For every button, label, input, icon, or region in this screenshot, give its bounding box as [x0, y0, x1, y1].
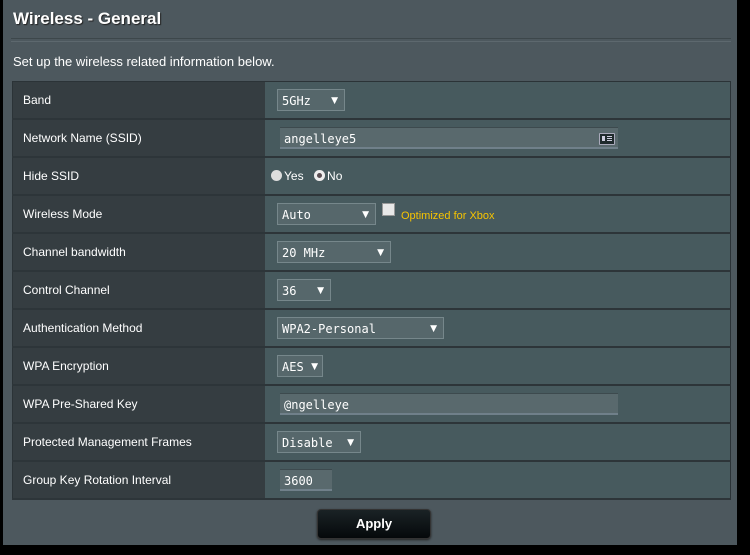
row-gk-interval: Group Key Rotation Interval 3600 [12, 461, 731, 500]
chevron-down-icon: ▼ [362, 210, 369, 221]
band-select[interactable]: 5GHz ▼ [277, 89, 345, 111]
title-divider [11, 38, 731, 42]
apply-button[interactable]: Apply [317, 509, 431, 539]
wpa-encryption-label: WPA Encryption [12, 347, 265, 386]
channel-bandwidth-label: Channel bandwidth [12, 233, 265, 272]
row-psk: WPA Pre-Shared Key @ngelleye [12, 385, 731, 424]
ssid-value: angelleye5 [284, 132, 357, 146]
channel-bandwidth-select[interactable]: 20 MHz ▼ [277, 241, 391, 263]
hide-ssid-no-label: No [327, 169, 343, 183]
band-value: 5GHz [282, 94, 311, 108]
row-channel-bandwidth: Channel bandwidth 20 MHz ▼ [12, 233, 731, 272]
row-wireless-mode: Wireless Mode Auto ▼ Optimized for Xbox [12, 195, 731, 234]
control-channel-value: 36 [282, 284, 297, 298]
pmf-value: Disable [282, 436, 333, 450]
psk-input[interactable]: @ngelleye [280, 393, 618, 415]
psk-label: WPA Pre-Shared Key [12, 385, 265, 424]
chevron-down-icon: ▼ [311, 362, 318, 372]
xbox-checkbox-label: Optimized for Xbox [401, 209, 495, 222]
chevron-down-icon: ▼ [347, 438, 354, 448]
row-wpa-encryption: WPA Encryption AES ▼ [12, 347, 731, 386]
wireless-mode-value: Auto [282, 208, 311, 223]
control-channel-select[interactable]: 36 ▼ [277, 279, 331, 301]
chevron-down-icon: ▼ [317, 286, 324, 296]
chevron-down-icon: ▼ [331, 96, 338, 106]
hide-ssid-yes-radio[interactable] [271, 170, 282, 181]
auth-method-select[interactable]: WPA2-Personal ▼ [277, 317, 444, 339]
hide-ssid-yes-label: Yes [284, 169, 304, 183]
auth-method-value: WPA2-Personal [282, 322, 376, 336]
wireless-mode-select[interactable]: Auto ▼ [277, 203, 376, 226]
auth-method-label: Authentication Method [12, 309, 265, 348]
ssid-input[interactable]: angelleye5 [280, 127, 618, 149]
row-ssid: Network Name (SSID) angelleye5 [12, 119, 731, 158]
control-channel-label: Control Channel [12, 271, 265, 310]
row-control-channel: Control Channel 36 ▼ [12, 271, 731, 310]
hide-ssid-label: Hide SSID [12, 157, 265, 196]
wpa-encryption-select[interactable]: AES ▼ [277, 355, 323, 377]
wireless-general-panel: Wireless - General Set up the wireless r… [3, 0, 737, 545]
page-title: Wireless - General [13, 9, 162, 28]
pmf-select[interactable]: Disable ▼ [277, 431, 361, 453]
hide-ssid-no-radio[interactable] [314, 170, 326, 181]
ssid-label: Network Name (SSID) [12, 119, 265, 158]
psk-value: @ngelleye [284, 398, 350, 412]
id-card-icon[interactable] [599, 133, 615, 145]
page-subtitle: Set up the wireless related information … [13, 54, 275, 69]
row-auth-method: Authentication Method WPA2-Personal ▼ [12, 309, 731, 348]
gk-interval-input[interactable]: 3600 [280, 469, 332, 491]
xbox-checkbox[interactable] [382, 202, 395, 216]
settings-table: Band 5GHz ▼ Network Name (SSID) angelleye… [12, 81, 731, 500]
chevron-down-icon: ▼ [430, 324, 437, 334]
band-label: Band [12, 81, 265, 120]
pmf-label: Protected Management Frames [12, 423, 265, 462]
gk-interval-value: 3600 [284, 474, 313, 488]
wireless-mode-label: Wireless Mode [12, 195, 265, 234]
chevron-down-icon: ▼ [377, 248, 384, 258]
row-band: Band 5GHz ▼ [12, 81, 731, 120]
channel-bandwidth-value: 20 MHz [282, 246, 326, 260]
gk-interval-label: Group Key Rotation Interval [12, 461, 265, 500]
wpa-encryption-value: AES [282, 360, 304, 374]
row-hide-ssid: Hide SSID Yes No [12, 157, 731, 196]
row-pmf: Protected Management Frames Disable ▼ [12, 423, 731, 462]
